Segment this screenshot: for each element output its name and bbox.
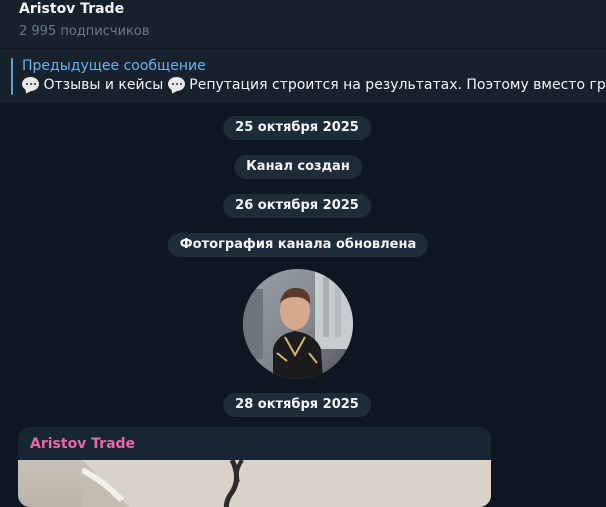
speech-bubble-icon [22,77,39,91]
pinned-preview-part2: Репутация строится на результатах. Поэто… [189,77,606,93]
chat-header[interactable]: Aristov Trade 2 995 подписчиков [0,0,606,48]
post-author[interactable]: Aristov Trade [30,436,135,452]
date-separator: 28 октября 2025 [223,393,371,417]
channel-post[interactable]: Aristov Trade [18,427,491,507]
service-message-channel-created: Канал создан [234,155,362,179]
date-separator: 25 октября 2025 [223,116,371,140]
subscriber-count: 2 995 подписчиков [19,24,150,39]
channel-photo[interactable] [243,269,353,379]
pinned-message-bar[interactable]: Предыдущее сообщение Отзывы и кейсы Репу… [0,49,606,103]
media-preview-graphic [80,458,491,507]
service-message-photo-updated: Фотография канала обновлена [167,233,429,257]
post-media-image [80,458,491,507]
pinned-title: Предыдущее сообщение [22,58,206,74]
channel-title[interactable]: Aristov Trade [19,1,124,17]
pinned-accent-bar [11,58,13,95]
pinned-preview: Отзывы и кейсы Репутация строится на рез… [22,77,606,93]
pinned-preview-part1: Отзывы и кейсы [43,77,164,93]
channel-photo-image [243,269,353,379]
date-separator: 26 октября 2025 [223,194,371,218]
post-media[interactable] [18,458,491,507]
speech-bubble-icon [167,77,185,91]
